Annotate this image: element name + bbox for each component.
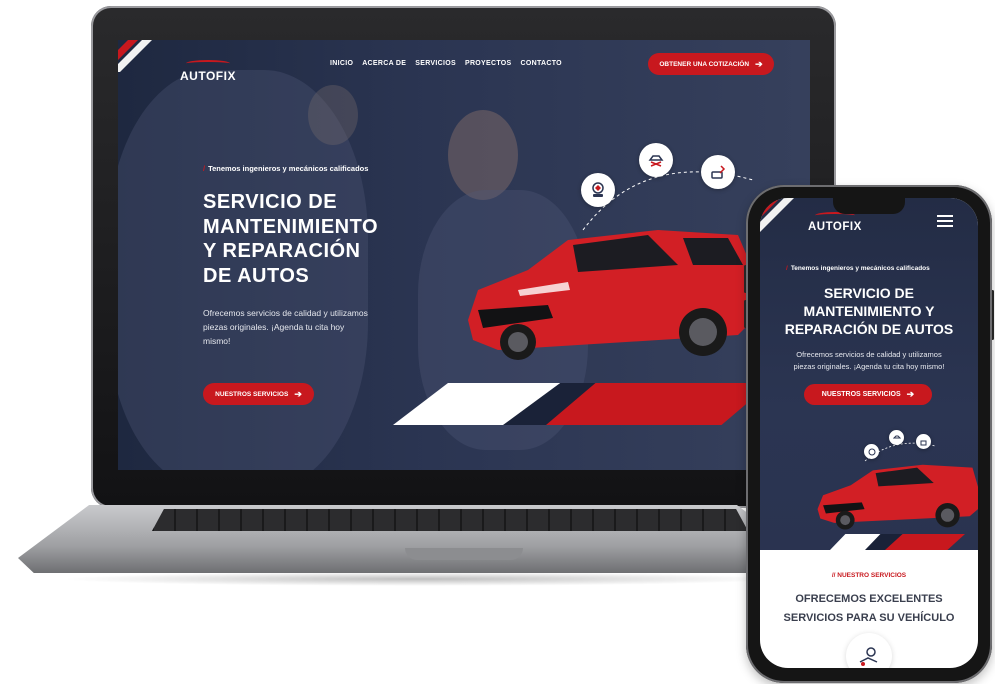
hero-eyebrow-text: Tenemos ingenieros y mecánicos calificad… (208, 164, 369, 173)
nav-item-inicio[interactable]: INICIO (330, 60, 353, 67)
engine-wrench-icon (701, 155, 735, 189)
corner-stripes (118, 40, 186, 72)
hero-eyebrow: / Tenemos ingenieros y mecánicos califica… (203, 164, 368, 173)
hero-title-line: DE AUTOS (203, 264, 310, 287)
mobile-logo-text: AUTOFIX (808, 221, 862, 233)
engine-wrench-icon (916, 434, 931, 449)
hero-title-line: MANTENIMIENTO (203, 215, 379, 238)
mobile-services-button-label: NUESTROS SERVICIOS (821, 391, 901, 398)
hero-subtitle-line: mismo! (203, 336, 231, 346)
menu-icon[interactable] (937, 215, 953, 230)
hero-subtitle-line: piezas originales. ¡Agenda tu cita hoy (203, 322, 345, 332)
hero-title-line: MANTENIMIENTO Y (803, 303, 935, 319)
hero-subtitle-line: Ofrecemos servicios de calidad y utiliza… (796, 350, 942, 359)
hero-title-line: SERVICIO DE (824, 285, 914, 301)
nav-item-proyectos[interactable]: PROYECTOS (465, 60, 512, 67)
mobile-hero-subtitle: Ofrecemos servicios de calidad y utiliza… (760, 349, 978, 373)
tire-icon (581, 173, 615, 207)
services-button-label: NUESTROS SERVICIOS (215, 390, 289, 398)
services-title: OFRECEMOS EXCELENTES SERVICIOS PARA SU V… (760, 590, 978, 628)
phone-screen: AUTOFIX / Tenemos ingenieros y mecánicos … (760, 198, 978, 668)
mechanic-head-right (448, 110, 518, 200)
arrow-right-icon: ➔ (906, 389, 915, 399)
hero-title: SERVICIO DE MANTENIMIENTO Y REPARACIÓN D… (203, 190, 378, 288)
hero-title-line: Y REPARACIÓN (203, 240, 361, 262)
services-eyebrow-text: NUESTRO SERVICIOS (837, 572, 907, 579)
services-title-line: SERVICIOS PARA SU VEHÍCULO (783, 612, 955, 624)
services-eyebrow: // NUESTRO SERVICIOS (760, 572, 978, 579)
mechanic-head-left (308, 85, 358, 145)
mobile-hero-eyebrow-text: Tenemos ingenieros y mecánicos calificad… (790, 265, 930, 272)
arrow-right-icon: ➔ (755, 58, 763, 69)
hero-subtitle-line: piezas originales. ¡Agenda tu cita hoy m… (793, 362, 945, 371)
slash-mark: / (786, 265, 788, 272)
phone-notch (833, 198, 905, 214)
services-title-line: OFRECEMOS EXCELENTES (795, 593, 943, 605)
slash-mark: / (203, 164, 206, 173)
hero-title-line: SERVICIO DE (203, 191, 338, 213)
quote-button[interactable]: OBTENER UNA COTIZACIÓN ➔ (648, 53, 774, 75)
car-lift-icon (889, 430, 904, 445)
car-lift-icon (639, 143, 673, 177)
nav-item-acerca[interactable]: ACERCA DE (362, 60, 406, 67)
logo-text: AUTOFIX (180, 69, 236, 83)
arrow-right-icon: ➔ (294, 388, 302, 399)
logo[interactable]: AUTOFIX (180, 60, 236, 83)
mechanic-icon (846, 633, 892, 668)
mobile-hero-title: SERVICIO DE MANTENIMIENTO Y REPARACIÓN D… (760, 284, 978, 338)
laptop-shadow (60, 572, 780, 586)
hero-subtitle-line: Ofrecemos servicios de calidad y utiliza… (203, 308, 368, 318)
laptop-trackpad-notch (405, 548, 523, 560)
mobile-hero: AUTOFIX / Tenemos ingenieros y mecánicos … (760, 198, 978, 550)
main-nav: INICIO ACERCA DE SERVICIOS PROYECTOS CON… (330, 60, 562, 67)
quote-button-label: OBTENER UNA COTIZACIÓN (659, 60, 750, 68)
nav-item-servicios[interactable]: SERVICIOS (415, 60, 456, 67)
mobile-logo[interactable]: AUTOFIX (808, 212, 862, 233)
services-button[interactable]: NUESTROS SERVICIOS ➔ (203, 383, 314, 405)
slash-mark: // (831, 572, 836, 579)
hero-title-line: REPARACIÓN DE AUTOS (784, 321, 954, 337)
laptop-screen: AUTOFIX INICIO ACERCA DE SERVICIOS PROYE… (118, 40, 810, 470)
red-suv-image (468, 230, 753, 360)
logo-swoosh (185, 60, 230, 67)
mobile-hero-eyebrow: / Tenemos ingenieros y mecánicos califica… (786, 265, 930, 272)
laptop-keyboard (152, 509, 748, 531)
mobile-services-button[interactable]: NUESTROS SERVICIOS ➔ (804, 384, 932, 405)
hero-subtitle: Ofrecemos servicios de calidad y utiliza… (203, 306, 368, 348)
mobile-red-suv-image (817, 464, 978, 530)
nav-item-contacto[interactable]: CONTACTO (521, 60, 562, 67)
